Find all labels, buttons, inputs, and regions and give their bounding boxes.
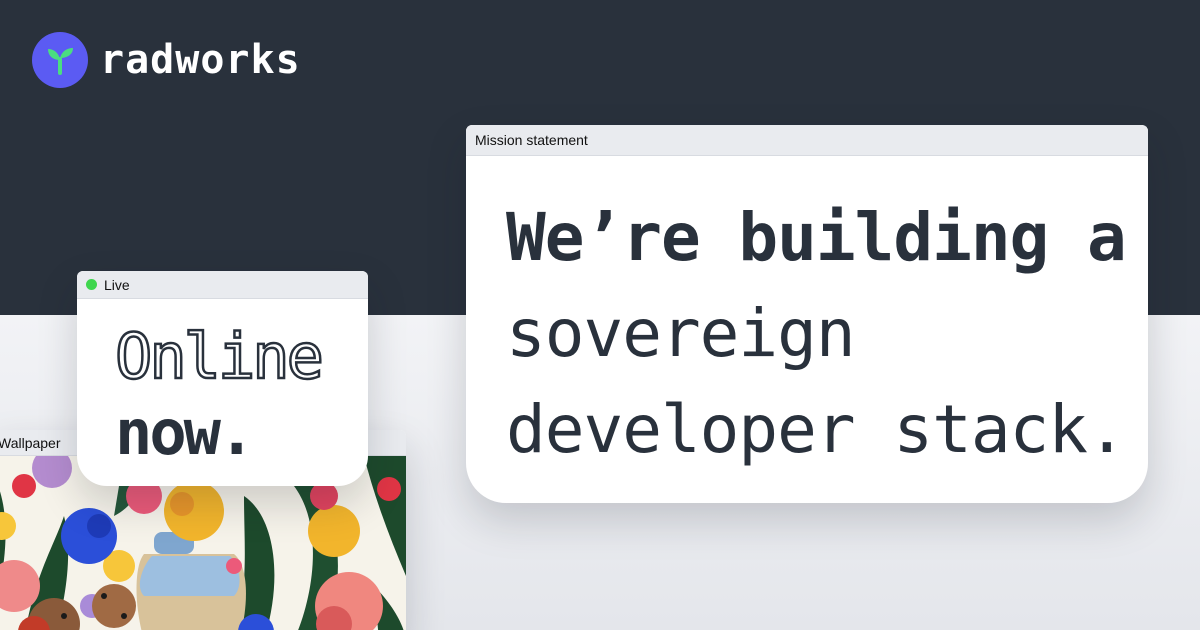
mission-title: Mission statement: [475, 132, 588, 148]
live-message: Online now.: [77, 299, 368, 471]
status-dot-icon: [86, 279, 97, 290]
mission-statement: We’re building a sovereign developer sta…: [466, 156, 1148, 478]
live-line-2: now.: [115, 396, 255, 469]
wallpaper-title: Wallpaper: [0, 434, 61, 451]
live-title: Live: [104, 276, 130, 293]
sprout-icon: [32, 32, 88, 88]
live-window[interactable]: Live Online now.: [77, 271, 368, 486]
live-line-1: Online: [114, 319, 325, 395]
mission-window[interactable]: Mission statement We’re building a sover…: [466, 125, 1148, 503]
live-titlebar[interactable]: Live: [77, 271, 368, 299]
brand-name: radworks: [100, 37, 301, 83]
mission-titlebar[interactable]: Mission statement: [466, 125, 1148, 156]
mission-line-2: sovereign: [506, 295, 856, 372]
mission-line-3: developer stack.: [506, 391, 1127, 468]
mission-line-1: We’re building a: [506, 199, 1127, 276]
brand-logo[interactable]: radworks: [32, 32, 301, 88]
